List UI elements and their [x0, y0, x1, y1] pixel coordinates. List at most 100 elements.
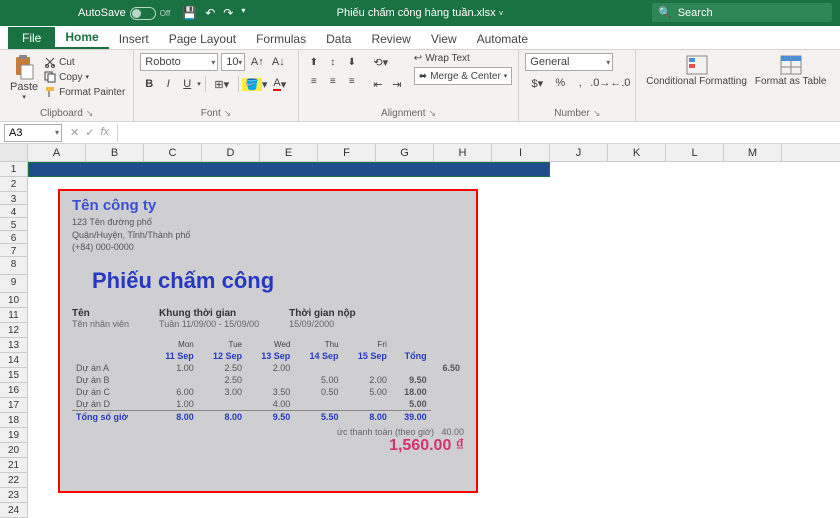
- row-header[interactable]: 4: [0, 205, 28, 218]
- align-center-icon[interactable]: ≡: [324, 72, 342, 90]
- column-header[interactable]: F: [318, 144, 376, 161]
- row-header[interactable]: 11: [0, 308, 28, 323]
- conditional-formatting-button[interactable]: Conditional Formatting: [642, 53, 751, 89]
- column-header[interactable]: G: [376, 144, 434, 161]
- decrease-font-icon[interactable]: A↓: [269, 53, 287, 71]
- row-header[interactable]: 5: [0, 218, 28, 231]
- font-name-combo[interactable]: Roboto: [140, 53, 218, 71]
- align-left-icon[interactable]: ≡: [305, 72, 323, 90]
- cancel-formula-icon[interactable]: ✕: [70, 126, 79, 139]
- format-as-table-button[interactable]: Format as Table: [751, 53, 831, 89]
- dialog-launcher-icon[interactable]: ↘: [224, 108, 232, 119]
- tab-automate[interactable]: Automate: [467, 28, 538, 49]
- autosave-toggle[interactable]: [130, 7, 156, 20]
- increase-decimal-button[interactable]: .0→: [591, 74, 609, 92]
- chevron-down-icon[interactable]: ▾: [197, 80, 201, 88]
- copy-button[interactable]: Copy ▾: [42, 70, 127, 84]
- percent-format-button[interactable]: %: [551, 74, 569, 92]
- row-header[interactable]: 1: [0, 162, 28, 177]
- paste-button[interactable]: Paste ▾: [6, 53, 42, 103]
- fill-color-button[interactable]: 🪣▾: [243, 75, 267, 93]
- row-header[interactable]: 2: [0, 177, 28, 192]
- column-header[interactable]: M: [724, 144, 782, 161]
- row-header[interactable]: 19: [0, 428, 28, 443]
- column-header[interactable]: K: [608, 144, 666, 161]
- row-header[interactable]: 23: [0, 488, 28, 503]
- tab-page-layout[interactable]: Page Layout: [159, 28, 246, 49]
- fx-icon[interactable]: fx: [100, 126, 109, 139]
- row-header[interactable]: 20: [0, 443, 28, 458]
- document-title-text: Phiếu chấm công hàng tuần.xlsx: [337, 7, 496, 19]
- row-header[interactable]: 15: [0, 368, 28, 383]
- column-header[interactable]: C: [144, 144, 202, 161]
- row-header[interactable]: 3: [0, 192, 28, 205]
- formula-input[interactable]: [117, 124, 840, 142]
- font-color-button[interactable]: A▾: [268, 75, 292, 93]
- chevron-down-icon[interactable]: ˅: [499, 9, 504, 18]
- dialog-launcher-icon[interactable]: ↘: [86, 108, 94, 119]
- italic-button[interactable]: I: [159, 75, 177, 93]
- row-header[interactable]: 21: [0, 458, 28, 473]
- tab-home[interactable]: Home: [55, 26, 108, 49]
- row-header[interactable]: 12: [0, 323, 28, 338]
- tab-review[interactable]: Review: [361, 28, 420, 49]
- select-all-corner[interactable]: [0, 144, 28, 161]
- decrease-decimal-button[interactable]: ←.0: [611, 74, 629, 92]
- row-header[interactable]: 13: [0, 338, 28, 353]
- column-header[interactable]: I: [492, 144, 550, 161]
- align-middle-icon[interactable]: ↕: [324, 53, 342, 71]
- column-header[interactable]: J: [550, 144, 608, 161]
- increase-indent-icon[interactable]: ⇥: [388, 75, 406, 93]
- orientation-button[interactable]: ⟲▾: [369, 53, 393, 71]
- increase-font-icon[interactable]: A↑: [248, 53, 266, 71]
- enter-formula-icon[interactable]: ✓: [85, 126, 94, 139]
- row-header[interactable]: 10: [0, 293, 28, 308]
- row-header[interactable]: 18: [0, 413, 28, 428]
- column-header[interactable]: E: [260, 144, 318, 161]
- row-header[interactable]: 7: [0, 244, 28, 257]
- decrease-indent-icon[interactable]: ⇤: [369, 75, 387, 93]
- row-header[interactable]: 16: [0, 383, 28, 398]
- align-right-icon[interactable]: ≡: [343, 72, 361, 90]
- bold-button[interactable]: B: [140, 75, 158, 93]
- undo-icon[interactable]: ↶: [205, 6, 215, 20]
- address-line1: 123 Tên đường phố: [72, 216, 464, 229]
- tab-insert[interactable]: Insert: [109, 28, 159, 49]
- number-format-combo[interactable]: General: [525, 53, 613, 71]
- dialog-launcher-icon[interactable]: ↘: [429, 108, 437, 119]
- row-header[interactable]: 22: [0, 473, 28, 488]
- tab-formulas[interactable]: Formulas: [246, 28, 316, 49]
- row-header[interactable]: 9: [0, 275, 28, 293]
- accounting-format-button[interactable]: $▾: [525, 74, 549, 92]
- wrap-text-button[interactable]: ↩Wrap Text: [414, 53, 513, 64]
- tab-file[interactable]: File: [8, 27, 55, 49]
- cells-area[interactable]: Tên công ty 123 Tên đường phố Quận/Huyện…: [28, 162, 840, 518]
- row-header[interactable]: 6: [0, 231, 28, 244]
- align-bottom-icon[interactable]: ⬇: [343, 53, 361, 71]
- save-icon[interactable]: 💾: [182, 6, 197, 20]
- row-header[interactable]: 8: [0, 257, 28, 275]
- cut-button[interactable]: Cut: [42, 55, 127, 69]
- merge-center-button[interactable]: ⬌Merge & Center▾: [414, 67, 513, 85]
- row-header[interactable]: 24: [0, 503, 28, 518]
- redo-icon[interactable]: ↷: [223, 6, 233, 20]
- row-header[interactable]: 14: [0, 353, 28, 368]
- align-top-icon[interactable]: ⬆: [305, 53, 323, 71]
- comma-format-button[interactable]: ,: [571, 74, 589, 92]
- font-size-combo[interactable]: 10: [221, 53, 245, 71]
- column-header[interactable]: H: [434, 144, 492, 161]
- search-box[interactable]: 🔍 Search: [652, 3, 832, 22]
- column-header[interactable]: D: [202, 144, 260, 161]
- column-header[interactable]: A: [28, 144, 86, 161]
- tab-view[interactable]: View: [421, 28, 467, 49]
- name-box[interactable]: A3: [4, 124, 62, 142]
- tab-data[interactable]: Data: [316, 28, 361, 49]
- underline-button[interactable]: U: [178, 75, 196, 93]
- qat-dropdown-icon[interactable]: ▾: [241, 6, 245, 20]
- row-header[interactable]: 17: [0, 398, 28, 413]
- column-header[interactable]: B: [86, 144, 144, 161]
- border-button[interactable]: ⊞▾: [210, 75, 234, 93]
- column-header[interactable]: L: [666, 144, 724, 161]
- format-painter-button[interactable]: Format Painter: [42, 85, 127, 99]
- dialog-launcher-icon[interactable]: ↘: [593, 108, 601, 119]
